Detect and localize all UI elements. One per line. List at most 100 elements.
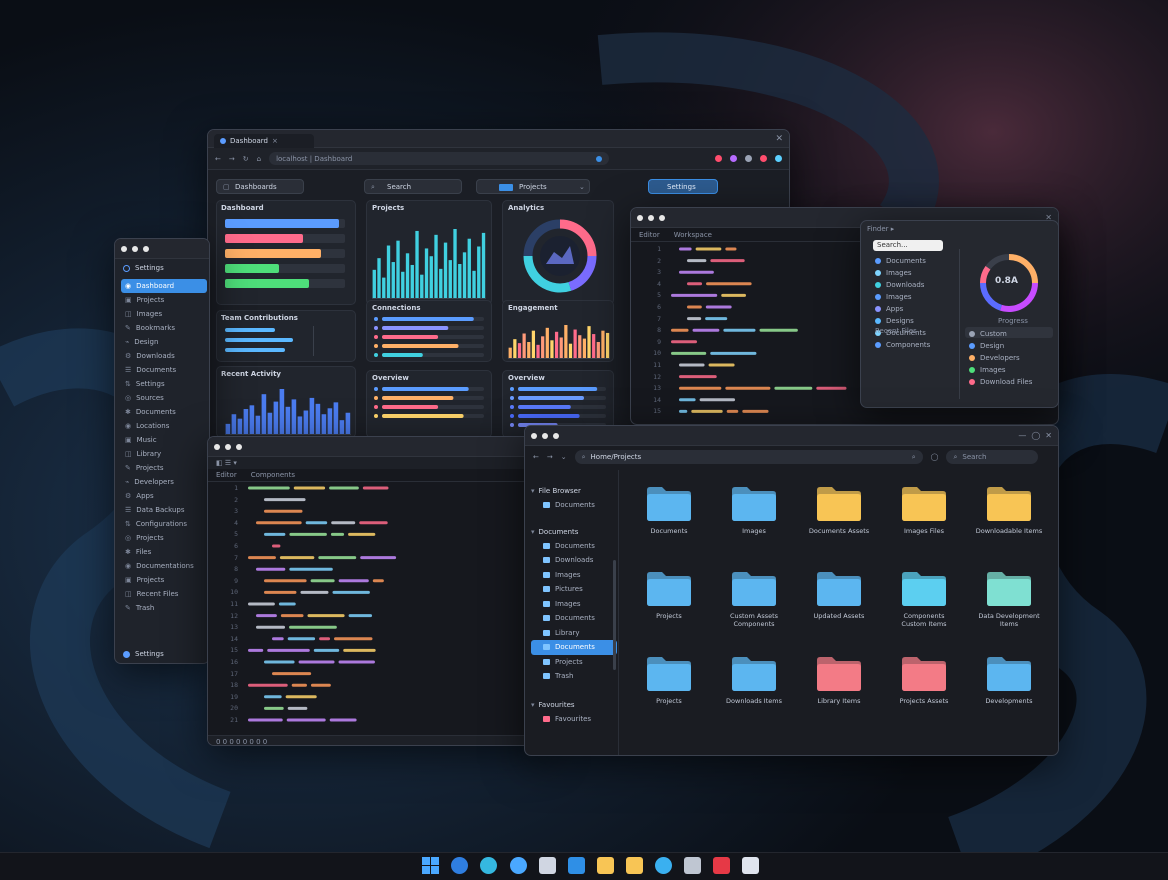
sidebar-item[interactable]: ◫ Recent Files (121, 587, 207, 601)
sidebar-item[interactable]: ✱ Documents (121, 405, 207, 419)
popup-list-item[interactable]: Downloads (875, 279, 965, 291)
extension-icon[interactable] (730, 155, 737, 162)
start-icon[interactable] (422, 857, 439, 874)
minimize-icon[interactable]: — (1018, 431, 1026, 440)
file-search-input[interactable]: ⌕ Search (946, 450, 1039, 464)
file-sidebar-item[interactable]: Documents (531, 498, 617, 513)
sidebar-item[interactable]: ✎ Bookmarks (121, 321, 207, 335)
window-close-icon[interactable]: ✕ (1045, 431, 1052, 440)
popup-list-item[interactable]: Images (875, 291, 965, 303)
legend-item[interactable]: Download Files (969, 376, 1053, 388)
options-icon[interactable]: ◯ (931, 453, 939, 461)
sidebar-footer[interactable]: Settings (123, 650, 164, 658)
settings-button[interactable]: Settings (648, 179, 718, 194)
store-icon[interactable] (510, 857, 527, 874)
forward-icon[interactable]: → (229, 155, 235, 163)
sidebar-item[interactable]: ▣ Music (121, 433, 207, 447)
editor-bottom-code[interactable]: 1 2 3 4 5 6 7 8 9 10 11 12 13 14 15 16 1… (208, 483, 528, 733)
sidebar-item[interactable]: ✱ Files (121, 545, 207, 559)
extension-icon[interactable] (715, 155, 722, 162)
sidebar-item[interactable]: ⌁ Design (121, 335, 207, 349)
sidebar-item[interactable]: ◉ Dashboard (121, 279, 207, 293)
sidebar-scrollbar[interactable] (613, 560, 616, 670)
file-sidebar-section[interactable]: ▾ Favourites (531, 698, 617, 712)
legend-item[interactable]: Design (969, 340, 1053, 352)
sidebar-item[interactable]: ⌁ Developers (121, 475, 207, 489)
chevron-down-icon[interactable]: ⌄ (561, 453, 567, 461)
home-icon[interactable]: ⌂ (257, 155, 261, 163)
popup-search-input[interactable]: Search... (873, 240, 943, 251)
file-item[interactable]: Data Development Items (969, 569, 1049, 649)
file-sidebar-section[interactable]: ▾ Documents (531, 525, 617, 539)
sidebar-item[interactable]: ◫ Images (121, 307, 207, 321)
popup-list-item[interactable]: Designs (875, 315, 965, 327)
file-sidebar-item[interactable]: Projects (531, 655, 617, 670)
sidebar-item[interactable]: ◉ Documentations (121, 559, 207, 573)
sidebar-item[interactable]: ◎ Sources (121, 391, 207, 405)
file-sidebar-item[interactable]: Downloads (531, 553, 617, 568)
file-item[interactable]: Developments (969, 654, 1049, 734)
file-item[interactable]: Projects Assets (884, 654, 964, 734)
file-item[interactable]: Documents Assets (799, 484, 879, 564)
folder-icon[interactable] (626, 857, 643, 874)
dashboards-select[interactable]: ▢ Dashboards (216, 179, 304, 194)
sidebar-item[interactable]: ◉ Locations (121, 419, 207, 433)
file-item[interactable]: Downloadable Items (969, 484, 1049, 564)
file-sidebar-section[interactable]: ▾ File Browser (531, 484, 617, 498)
editor-tab[interactable]: Workspace (674, 231, 712, 239)
path-bar[interactable]: ⌕ Home/Projects ⌕ (574, 450, 923, 464)
window-dot-icon[interactable] (225, 443, 231, 450)
editor-tab[interactable]: Components (251, 471, 295, 479)
file-sidebar-item[interactable]: Documents (531, 539, 617, 554)
file-sidebar-item[interactable]: Documents (531, 611, 617, 626)
sidebar-item[interactable]: ◫ Library (121, 447, 207, 461)
sidebar-item[interactable]: ⚙ Apps (121, 489, 207, 503)
files-icon[interactable] (597, 857, 614, 874)
window-dot-icon[interactable] (214, 443, 220, 450)
window-dot-icon[interactable] (236, 443, 242, 450)
file-sidebar-item[interactable]: Images (531, 597, 617, 612)
popup-list-item[interactable]: Components (875, 339, 965, 351)
popup-list-item[interactable]: Documents (875, 255, 965, 267)
file-sidebar-item[interactable]: Trash (531, 669, 617, 684)
window-dot-icon[interactable] (132, 245, 138, 252)
file-sidebar-item[interactable]: Documents (531, 640, 617, 655)
window-close-icon[interactable]: ✕ (775, 134, 783, 144)
window-dot-icon[interactable] (542, 432, 548, 439)
file-item[interactable]: Projects (629, 569, 709, 649)
legend-item[interactable]: Custom (969, 328, 1053, 340)
window-dot-icon[interactable] (637, 214, 643, 221)
address-bar[interactable]: localhost | Dashboard (269, 152, 610, 165)
search-box[interactable]: ⌕ Search (364, 179, 462, 194)
back-icon[interactable]: ← (533, 453, 539, 461)
legend-item[interactable]: Images (969, 364, 1053, 376)
file-item[interactable]: Components Custom Items (884, 569, 964, 649)
profile-icon[interactable] (775, 155, 782, 162)
browser-tab[interactable]: Dashboard × (214, 133, 314, 148)
sidebar-item[interactable]: ▣ Projects (121, 573, 207, 587)
app-icon[interactable] (684, 857, 701, 874)
sidebar-item[interactable]: ⇅ Configurations (121, 517, 207, 531)
sidebar-item[interactable]: ▣ Projects (121, 293, 207, 307)
reload-icon[interactable]: ↻ (243, 155, 249, 163)
extension-icon[interactable] (745, 155, 752, 162)
editor-top-code[interactable]: 1 2 3 4 5 6 7 8 9 10 11 12 13 14 15 (631, 244, 861, 424)
window-dot-icon[interactable] (553, 432, 559, 439)
popup-list-item[interactable]: Images (875, 267, 965, 279)
file-item[interactable]: Downloads Items (714, 654, 794, 734)
outlook-icon[interactable] (568, 857, 585, 874)
app-icon[interactable] (713, 857, 730, 874)
sidebar-item[interactable]: ◎ Projects (121, 531, 207, 545)
window-dot-icon[interactable] (648, 214, 654, 221)
popup-list-item[interactable]: Apps (875, 303, 965, 315)
toolbar-item[interactable]: ◧ ☰ ▾ (216, 459, 237, 467)
projects-select[interactable]: Projects ⌄ (476, 179, 590, 194)
edge-icon[interactable] (655, 857, 672, 874)
chrome-icon[interactable] (480, 857, 497, 874)
back-icon[interactable]: ← (215, 155, 221, 163)
sidebar-item[interactable]: ⇅ Settings (121, 377, 207, 391)
legend-item[interactable]: Developers (969, 352, 1053, 364)
file-item[interactable]: Updated Assets (799, 569, 879, 649)
forward-icon[interactable]: → (547, 453, 553, 461)
file-item[interactable]: Images Files (884, 484, 964, 564)
